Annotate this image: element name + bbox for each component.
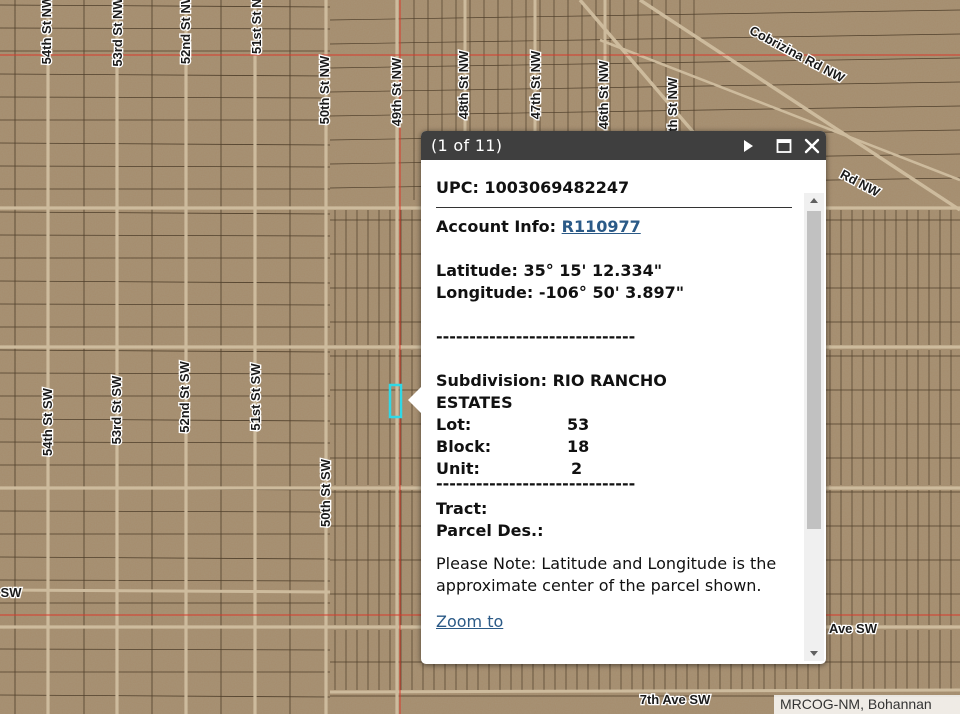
- maximize-icon[interactable]: [775, 137, 793, 155]
- zoom-to-row: Zoom to: [436, 611, 792, 633]
- street-label: 49th St NW: [389, 57, 404, 126]
- lot-value: 53: [567, 415, 590, 434]
- subdivision-text: Subdivision: RIO RANCHO ESTATES: [436, 371, 667, 412]
- street-label: 53rd St SW: [109, 375, 124, 444]
- lot-row: Lot: 53: [436, 414, 792, 436]
- tract-label: Tract:: [436, 499, 488, 518]
- street-label: 52nd St SW: [177, 361, 192, 433]
- street-label: 51st St SW: [248, 363, 263, 431]
- popup-body: UPC: 1003069482247 Account Info: R110977…: [421, 160, 826, 664]
- street-label: 7th Ave SW: [640, 692, 711, 707]
- street-label: 47th St NW: [528, 50, 543, 119]
- road: [0, 588, 331, 594]
- block-label: Block:: [436, 437, 492, 456]
- street-label: 54th St NW: [39, 0, 54, 64]
- latitude-text: Latitude: 35° 15' 12.334": [436, 261, 663, 280]
- parcel-info-popup: (1 of 11) UPC: 1003069482247 Account Inf…: [408, 131, 826, 664]
- street-label: 52nd St NW: [178, 0, 193, 64]
- scroll-down-arrow-icon[interactable]: [804, 645, 824, 661]
- street-label: 51st St NW: [249, 0, 264, 54]
- block-row: Block: 18: [436, 436, 792, 458]
- popup-pointer: [408, 386, 422, 414]
- close-icon[interactable]: [803, 137, 821, 155]
- divider: [436, 207, 792, 208]
- street-label: Ave SW: [829, 621, 878, 636]
- street-label: SW: [1, 585, 23, 600]
- separator-text: ------------------------------: [436, 327, 636, 346]
- account-label: Account Info:: [436, 217, 557, 236]
- popup-title: (1 of 11): [431, 136, 503, 155]
- popup-scrollbar[interactable]: [804, 193, 824, 661]
- street-label: 54th St SW: [40, 387, 55, 456]
- popup-header: (1 of 11): [421, 131, 826, 160]
- street-label: 50th St NW: [317, 55, 332, 124]
- zoom-to-link[interactable]: Zoom to: [436, 612, 503, 631]
- play-next-icon[interactable]: [739, 137, 757, 155]
- lot-label: Lot:: [436, 415, 472, 434]
- block-value: 18: [567, 437, 590, 456]
- street-label: 46th St NW: [596, 60, 611, 129]
- street-label: 50th St SW: [318, 458, 333, 527]
- account-link[interactable]: R110977: [562, 217, 641, 236]
- upc-text: UPC: 1003069482247: [436, 178, 630, 197]
- map-attribution: MRCOG-NM, Bohannan: [774, 695, 960, 714]
- street-label: 53rd St NW: [110, 0, 125, 67]
- popup-content: UPC: 1003069482247 Account Info: R110977…: [436, 177, 792, 633]
- parcel-des-label: Parcel Des.:: [436, 521, 544, 540]
- separator-text: ------------------------------: [436, 474, 636, 493]
- street-label: 48th St NW: [456, 50, 471, 119]
- account-info: Account Info: R110977: [436, 216, 792, 238]
- scrollbar-thumb[interactable]: [807, 211, 821, 529]
- scroll-up-arrow-icon[interactable]: [804, 193, 824, 209]
- note-text: Please Note: Latitude and Longitude is t…: [436, 554, 777, 595]
- longitude-text: Longitude: -106° 50' 3.897": [436, 283, 685, 302]
